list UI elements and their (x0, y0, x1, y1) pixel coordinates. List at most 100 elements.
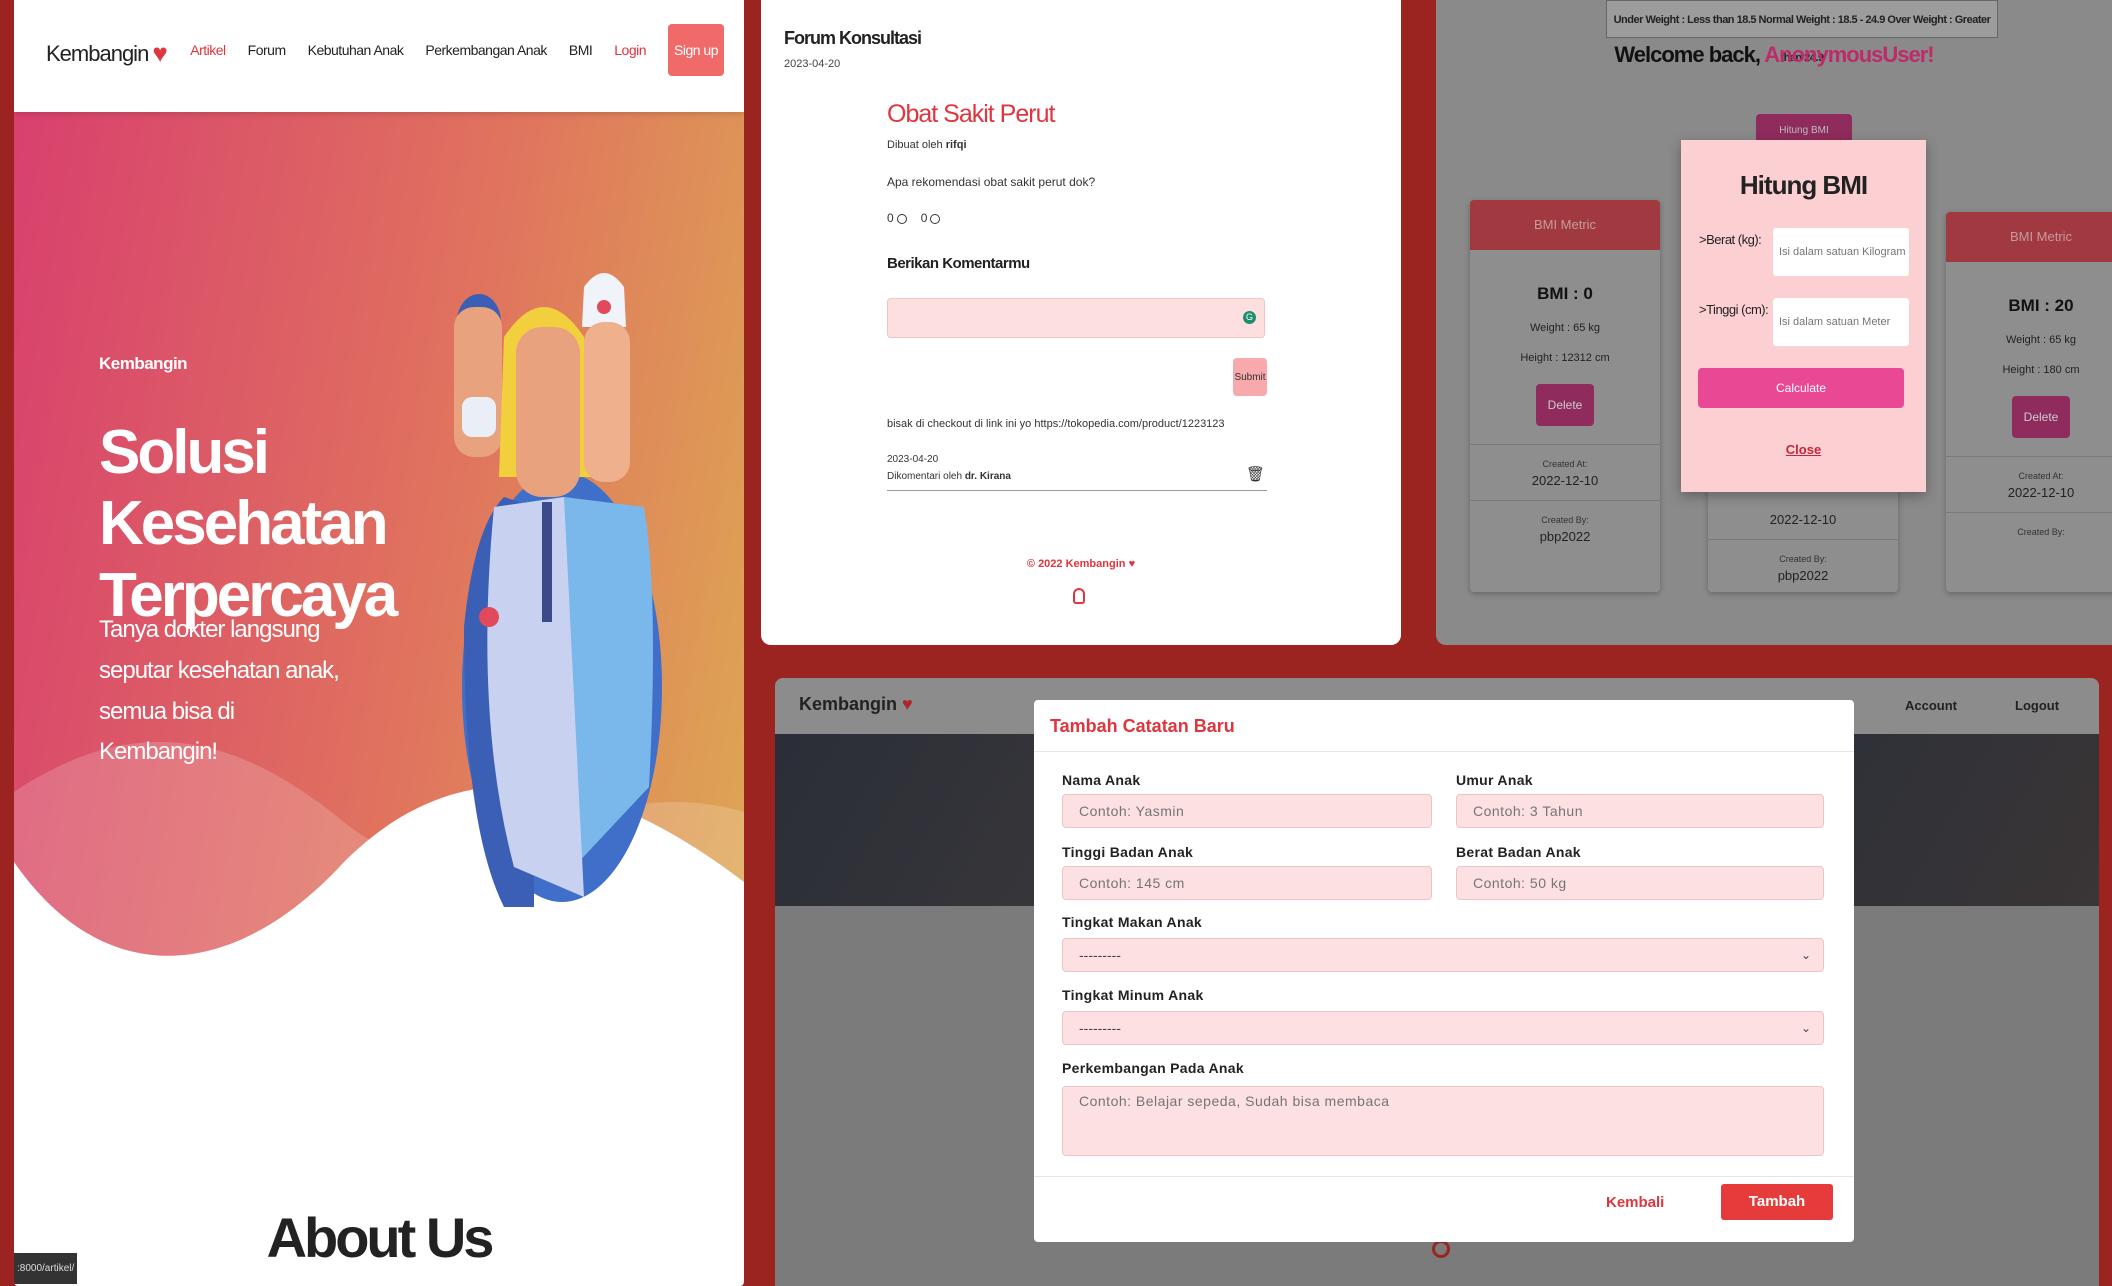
chevron-down-icon: ⌄ (1800, 948, 1811, 962)
forum-date: 2023-04-20 (784, 58, 841, 70)
umur-input[interactable] (1456, 794, 1824, 828)
perkembangan-textarea[interactable] (1062, 1086, 1824, 1156)
berat-input[interactable] (1456, 866, 1824, 900)
hero-section: Kembangin Solusi Kesehatan Terpercaya Ta… (14, 112, 744, 1192)
hero-kicker: Kembangin (99, 354, 188, 373)
comment-input[interactable]: G (887, 298, 1265, 338)
comment-text: bisak di checkout di link ini yo https:/… (887, 418, 1225, 430)
kembali-button[interactable]: Kembali (1606, 1194, 1664, 1211)
nav-links: Artikel Forum Kebutuhan Anak Perkembanga… (190, 24, 724, 76)
bmi-window: Under Weight : Less than 18.5 Normal Wei… (1436, 0, 2112, 645)
github-icon[interactable] (1073, 588, 1085, 604)
tinggi-label: Tinggi Badan Anak (1062, 844, 1194, 860)
landing-window: Kembangin ♥ Artikel Forum Kebutuhan Anak… (14, 0, 744, 1286)
downvote[interactable]: 0 (921, 211, 941, 225)
bmi-card: BMI Metric BMI : 20 Weight : 65 kg Heigh… (1946, 212, 2112, 592)
created-by-label: Created By: (1541, 515, 1589, 525)
bmi-legend: Under Weight : Less than 18.5 Normal Wei… (1606, 0, 1998, 64)
bmi-value: BMI : 20 (2008, 296, 2074, 315)
trash-icon[interactable]: 🗑 (1246, 465, 1265, 483)
minum-select[interactable]: --------- ⌄ (1062, 1011, 1824, 1045)
created-at-label: Created At: (2018, 471, 2064, 481)
weight-input[interactable] (1773, 228, 1909, 276)
nav-perkembangan-anak[interactable]: Perkembangan Anak (425, 42, 547, 58)
post-author-prefix: Dibuat oleh (887, 139, 943, 151)
bmi-height: Height : 12312 cm (1520, 352, 1610, 364)
chevron-down-icon: ⌄ (1800, 1021, 1811, 1035)
berat-label: Berat Badan Anak (1456, 844, 1581, 860)
grammarly-icon[interactable]: G (1243, 311, 1256, 324)
created-at-value: 2022-12-10 (1531, 473, 1599, 488)
heart-icon: ♥ (902, 694, 913, 714)
welcome-prefix: Welcome back, (1614, 42, 1765, 67)
nav-artikel[interactable]: Artikel (190, 42, 226, 58)
post-title: Obat Sakit Perut (887, 100, 1055, 128)
nav-forum[interactable]: Forum (248, 42, 286, 58)
created-at: Created At: 2022-12-10 (1946, 456, 2112, 512)
hitung-bmi-modal: Hitung BMI >Berat (kg): >Tinggi (cm): Ca… (1681, 140, 1926, 492)
tambah-catatan-modal: Tambah Catatan Baru Nama Anak Umur Anak … (1034, 700, 1854, 1242)
close-link[interactable]: Close (1681, 442, 1926, 457)
navbar: Kembangin ♥ Artikel Forum Kebutuhan Anak… (14, 0, 744, 112)
makan-label: Tingkat Makan Anak (1062, 914, 1202, 930)
delete-button[interactable]: Delete (1536, 384, 1594, 426)
bmi-weight: Weight : 65 kg (1529, 322, 1601, 334)
vote-controls: 0 0 (887, 211, 1267, 225)
height-label: >Tinggi (cm): (1699, 302, 1769, 317)
comment-author: Dikomentari oleh dr. Kirana 🗑 (887, 466, 1267, 491)
created-at-value: 2022-12-10 (1769, 512, 1837, 527)
heart-icon: ♥ (152, 38, 167, 68)
nama-label: Nama Anak (1062, 772, 1141, 788)
created-by-value: pbp2022 (1539, 529, 1591, 544)
comment-author-prefix: Dikomentari oleh (887, 471, 963, 482)
footer-text: © 2022 Kembangin (1026, 558, 1126, 570)
nav-login[interactable]: Login (614, 42, 646, 58)
modal-title: Hitung BMI (1739, 170, 1868, 200)
signup-button[interactable]: Sign up (668, 24, 724, 76)
tinggi-input[interactable] (1062, 866, 1432, 900)
weight-label: >Berat (kg): (1699, 232, 1762, 247)
welcome-message: Welcome back, AnonymousUser! (1436, 42, 2112, 68)
height-input[interactable] (1773, 298, 1909, 346)
nav-account[interactable]: Account (1905, 698, 1957, 713)
post-question: Apa rekomendasi obat sakit perut dok? (887, 175, 1096, 189)
bmi-card-header: BMI Metric (1946, 212, 2112, 262)
delete-button[interactable]: Delete (2012, 396, 2070, 438)
calculate-button[interactable]: Calculate (1698, 368, 1904, 408)
nav-logout[interactable]: Logout (2015, 698, 2059, 713)
doctors-illustration (454, 273, 662, 907)
tambah-button[interactable]: Tambah (1721, 1184, 1833, 1220)
created-by: Created By: pbp2022 (1470, 500, 1660, 556)
brand-logo[interactable]: Kembangin ♥ (799, 694, 913, 715)
comment-date: 2023-04-20 (887, 454, 939, 465)
status-tooltip: :8000/artikel/ (14, 1253, 78, 1284)
footer-copyright: © 2022 Kembangin ♥ (761, 558, 1401, 570)
hero-description: Tanya dokter langsung seputar kesehatan … (99, 616, 340, 766)
upvote[interactable]: 0 (887, 211, 907, 225)
created-by-label: Created By: (1779, 554, 1827, 564)
umur-label: Umur Anak (1456, 772, 1533, 788)
github-icon[interactable] (1432, 1240, 1450, 1258)
post-author-name: rifqi (945, 139, 967, 151)
upvote-icon (896, 213, 907, 224)
modal-title: Tambah Catatan Baru (1034, 700, 1854, 752)
minum-label: Tingkat Minum Anak (1062, 987, 1204, 1003)
makan-select[interactable]: --------- ⌄ (1062, 938, 1824, 972)
catatan-window: Kembangin ♥ Account Logout Tambah Catata… (775, 678, 2099, 1286)
brand-logo[interactable]: Kembangin ♥ (46, 38, 168, 69)
brand-name: Kembangin (46, 40, 149, 66)
nama-input[interactable] (1062, 794, 1432, 828)
bmi-value: BMI : 0 (1537, 284, 1593, 303)
nav-bmi[interactable]: BMI (569, 42, 593, 58)
forum-window: Forum Konsultasi 2023-04-20 Obat Sakit P… (761, 0, 1401, 645)
nav-kebutuhan-anak[interactable]: Kebutuhan Anak (308, 42, 404, 58)
forum-post: Obat Sakit Perut Dibuat oleh rifqi Apa r… (887, 100, 1267, 491)
created-by-label: Created By: (2017, 527, 2065, 537)
brand-name: Kembangin (799, 694, 898, 714)
created-at: Created At: 2022-12-10 (1470, 444, 1660, 500)
upvote-count: 0 (887, 211, 894, 225)
bmi-card-header: BMI Metric (1470, 200, 1660, 250)
created-by: Created By: pbp2022 (1708, 539, 1898, 592)
submit-button[interactable]: Submit (1233, 358, 1267, 396)
comment-heading: Berikan Komentarmu (887, 255, 1030, 272)
